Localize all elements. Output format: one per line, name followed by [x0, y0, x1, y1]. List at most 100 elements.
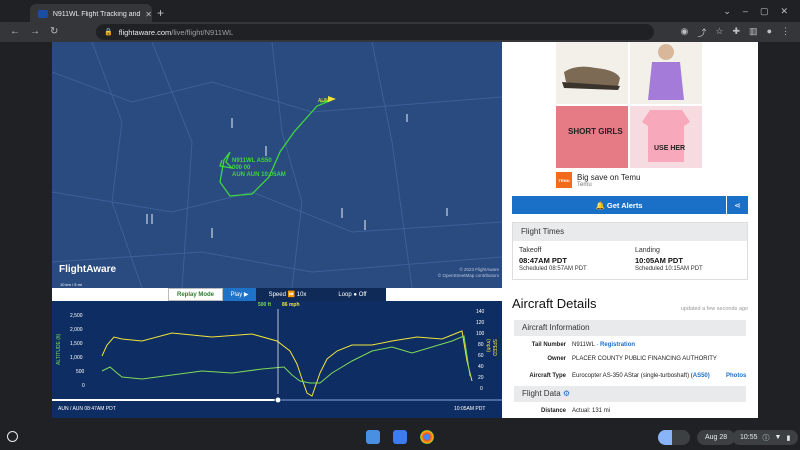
play-icon: ▶ [243, 292, 249, 298]
fast-forward-icon: ⏩ [287, 292, 296, 298]
temu-ad[interactable]: TEMU Big save on Temu Temu [556, 172, 640, 188]
aircraft-marker-label: AUN [318, 98, 329, 104]
chrome-app-icon[interactable] [420, 430, 434, 444]
extensions-icon[interactable]: ✚ [733, 26, 741, 39]
speed-label: Speed [268, 291, 286, 298]
url-path: /live/flight/N911WL [171, 27, 234, 37]
lock-icon: 🔒 [104, 29, 113, 36]
launcher-icon[interactable] [7, 431, 18, 442]
battery-icon: ▮ [786, 434, 791, 442]
get-alerts-button[interactable]: 🔔 Get Alerts [512, 196, 726, 214]
bookmark-star-icon[interactable]: ☆ [715, 26, 723, 39]
ad-product-grid[interactable]: SHORT GIRLS USE HER [556, 42, 706, 172]
altitude-speed-graph[interactable]: 2,500 2,000 1,500 1,000 500 0 ALTITUDE (… [52, 301, 502, 418]
takeoff-time: 08:47AM PDT [519, 256, 567, 265]
landing-label: Landing [635, 247, 660, 254]
files-app-icon[interactable] [366, 430, 380, 444]
loop-control[interactable]: Loop ● Off [319, 288, 386, 301]
loop-value: Off [358, 291, 367, 298]
cursor-speed: 86 mph [282, 302, 300, 308]
flight-data-label: Flight Data [522, 389, 561, 398]
graph-end-label: 10:05AM PDT [454, 406, 486, 412]
new-tab-icon[interactable]: + [157, 6, 164, 20]
type-label: Aircraft Type [529, 373, 566, 379]
flight-times-panel: Flight Times Takeoff 08:47AM PDT Schedul… [512, 222, 748, 280]
registration-link[interactable]: Registration [600, 342, 635, 348]
ad-tile-onesie[interactable]: USE HER [630, 106, 702, 168]
share-button[interactable]: ⋖ [726, 196, 748, 214]
replay-mode-button[interactable]: Replay Mode [168, 288, 223, 301]
map-flight-label-1: N911WL AS50 [232, 158, 272, 164]
os-taskbar: Aug 28 10:55 ⓘ ▼ ▮ [0, 424, 800, 450]
side-panel-icon[interactable]: ▥ [749, 26, 758, 39]
ad-tile-shoes[interactable] [556, 42, 628, 104]
date-text: Aug 28 [705, 434, 728, 441]
left-tick-0: 2,500 [70, 313, 83, 319]
left-tick-1: 2,000 [70, 327, 83, 333]
tab-search-icon[interactable]: ⌄ [723, 6, 731, 17]
replay-controls: Replay Mode Play ▶ Speed ⏩ 10x Loop ● Of… [168, 288, 446, 301]
ad-tile-tank-top[interactable] [630, 42, 702, 104]
profile-icon[interactable]: ● [767, 26, 772, 39]
cursor-altitude: 500 ft [258, 302, 272, 308]
map-flight-label-3: AUN AUN 10:05AM [232, 172, 286, 178]
aircraft-details-title: Aircraft Details [512, 296, 597, 311]
ad-title: Big save on Temu [577, 172, 641, 182]
date-tray[interactable]: Aug 28 [697, 430, 736, 445]
stylus-tray[interactable] [658, 430, 690, 445]
get-alerts-label: Get Alerts [606, 200, 643, 210]
get-alerts-bar: 🔔 Get Alerts ⋖ [512, 196, 748, 214]
tail-value: N911WL [572, 342, 595, 348]
address-bar[interactable]: 🔒 flightaware.com/live/flight/N911WL [96, 24, 654, 40]
tab-title: N911WL Flight Tracking and His [52, 10, 141, 18]
type-code-link[interactable]: (AS50) [691, 373, 710, 379]
right-tick-7: 0 [480, 386, 483, 392]
close-tab-icon[interactable]: ✕ [145, 10, 152, 19]
aircraft-information-heading: Aircraft Information [514, 320, 746, 336]
eye-off-icon[interactable]: ◉ [681, 26, 689, 39]
status-tray[interactable]: 10:55 ⓘ ▼ ▮ [732, 430, 799, 445]
right-tick-6: 20 [478, 375, 484, 381]
share-icon[interactable]: ⤴ [697, 26, 706, 39]
clock-text: 10:55 [740, 434, 758, 441]
forward-icon[interactable]: → [30, 26, 40, 37]
menu-icon[interactable]: ⋮ [781, 26, 790, 39]
play-button[interactable]: Play ▶ [223, 288, 256, 301]
right-tick-5: 40 [478, 364, 484, 370]
graph-canvas [52, 309, 502, 404]
right-sidebar: SHORT GIRLS USE HER TEMU Big save on Tem… [512, 42, 748, 418]
speed-value: 10x [296, 291, 307, 298]
docs-app-icon[interactable] [393, 430, 407, 444]
left-tick-4: 500 [76, 369, 85, 375]
landing-time: 10:05AM PDT [635, 256, 683, 265]
tshirt-image: SHORT GIRLS [568, 127, 623, 136]
aircraft-icon[interactable] [328, 96, 336, 102]
browser-tab[interactable]: N911WL Flight Tracking and His ✕ [30, 4, 152, 24]
help-icon[interactable]: ⚙ [563, 389, 570, 398]
speed-control[interactable]: Speed ⏩ 10x [256, 288, 319, 301]
back-icon[interactable]: ← [10, 26, 20, 37]
browser-toolbar: ← → ↻ 🔒 flightaware.com/live/flight/N911… [0, 22, 800, 42]
flight-map[interactable]: AUN N911WL AS50 000 00 AUN AUN 10:05AM F… [52, 42, 502, 288]
flightaware-favicon-icon [38, 10, 48, 18]
tile3-text: SHORT GIRLS [568, 127, 623, 136]
ad-sub: Temu [577, 181, 592, 188]
speed-axis-label: SPEED (mph) [485, 339, 497, 356]
timeline-scrubber-handle[interactable] [274, 396, 282, 404]
play-label: Play [230, 291, 243, 298]
share-icon: ⋖ [734, 200, 741, 210]
minimize-icon[interactable]: – [743, 6, 748, 17]
right-tick-1: 120 [476, 320, 485, 326]
reload-icon[interactable]: ↻ [50, 26, 58, 37]
flight-data-heading: Flight Data ⚙ [514, 386, 746, 402]
copyright-osm[interactable]: © OpenStreetMap contributors [438, 273, 499, 279]
ad-tile-tshirt[interactable]: SHORT GIRLS [556, 106, 628, 168]
photos-link[interactable]: Photos [726, 373, 746, 379]
maximize-icon[interactable]: ▢ [760, 6, 769, 17]
right-tick-4: 60 [478, 353, 484, 359]
left-tick-2: 1,500 [70, 341, 83, 347]
map-canvas: AUN N911WL AS50 000 00 AUN AUN 10:05AM [52, 42, 502, 288]
takeoff-scheduled: Scheduled 08:57AM PDT [519, 266, 587, 272]
landing-scheduled: Scheduled 10:15AM PDT [635, 266, 703, 272]
close-window-icon[interactable]: ✕ [780, 6, 788, 17]
